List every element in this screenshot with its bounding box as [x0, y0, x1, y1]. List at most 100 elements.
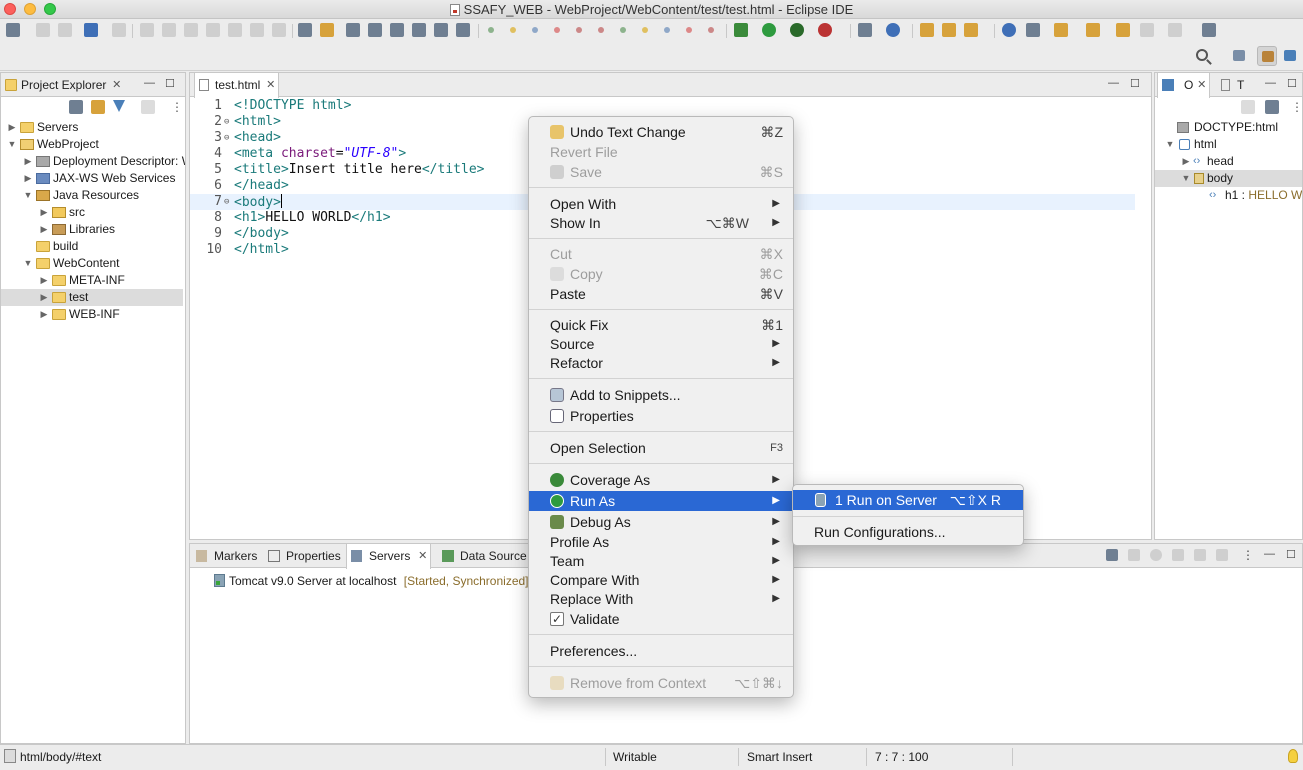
link-icon[interactable]	[1265, 100, 1279, 114]
focus-icon[interactable]	[141, 100, 155, 114]
collapse-all-icon[interactable]	[1241, 100, 1255, 114]
menu-item-run-as[interactable]: Run As ▶	[529, 491, 793, 511]
browser-icon[interactable]	[1002, 23, 1016, 37]
menu-item-paste[interactable]: Paste ⌘V	[529, 284, 793, 304]
tab-task-list[interactable]: T	[1217, 73, 1248, 97]
shape-icon[interactable]	[576, 27, 582, 33]
new-server-icon[interactable]	[858, 23, 872, 37]
menu-item-replace-with[interactable]: Replace With ▶	[529, 589, 793, 609]
resume-icon[interactable]	[140, 23, 154, 37]
step-return-icon[interactable]	[272, 23, 286, 37]
back-icon[interactable]	[1140, 23, 1154, 37]
last-edit-icon[interactable]	[1116, 23, 1130, 37]
align-bottom-icon[interactable]	[456, 23, 470, 37]
toggle-mark-icon[interactable]	[320, 23, 334, 37]
align-center-icon[interactable]	[368, 23, 382, 37]
annotation-icon[interactable]	[1026, 23, 1040, 37]
maximize-icon[interactable]: ☐	[165, 77, 175, 90]
menu-item-open-with[interactable]: Open With ▶	[529, 194, 793, 214]
align-right-icon[interactable]	[390, 23, 404, 37]
shape-icon[interactable]	[708, 27, 714, 33]
minimize-icon[interactable]: —	[1108, 77, 1119, 89]
next-annotation-icon[interactable]	[1054, 23, 1068, 37]
maximize-icon[interactable]: ☐	[1287, 77, 1297, 90]
expand-icon[interactable]: ▶	[23, 153, 33, 170]
align-middle-icon[interactable]	[434, 23, 448, 37]
java-perspective-button[interactable]	[1280, 46, 1300, 66]
new-java-class-icon[interactable]	[886, 23, 900, 37]
publish-icon[interactable]	[1216, 549, 1228, 561]
outline-item-h1[interactable]: ‹› h1 : HELLO WORLD	[1155, 187, 1302, 204]
run-icon[interactable]	[762, 23, 776, 37]
tab-servers[interactable]: Servers ✕	[346, 544, 432, 569]
expand-icon[interactable]: ▶	[7, 119, 17, 136]
shape-icon[interactable]	[620, 27, 626, 33]
menu-item-cut[interactable]: Cut ⌘X	[529, 244, 793, 264]
start-server-icon[interactable]	[1150, 549, 1162, 561]
align-left-icon[interactable]	[346, 23, 360, 37]
menu-item-team[interactable]: Team ▶	[529, 551, 793, 571]
open-perspective-button[interactable]	[1229, 46, 1249, 66]
menu-item-save[interactable]: Save ⌘S	[529, 162, 793, 182]
expand-icon[interactable]: ▶	[39, 306, 49, 323]
search-tool-icon[interactable]	[964, 23, 978, 37]
collapse-icon[interactable]: ▼	[23, 187, 33, 204]
shape-icon[interactable]	[532, 27, 538, 33]
close-icon[interactable]: ✕	[418, 544, 427, 568]
menu-item-open-selection[interactable]: Open Selection F3	[529, 438, 793, 458]
forward-icon[interactable]	[1168, 23, 1182, 37]
outline-item-body[interactable]: ▼ body	[1155, 170, 1302, 187]
previous-annotation-icon[interactable]	[1086, 23, 1100, 37]
minimize-icon[interactable]: —	[144, 77, 155, 89]
link-with-editor-icon[interactable]	[91, 100, 105, 114]
collapse-icon[interactable]: ▼	[7, 136, 17, 153]
shape-icon[interactable]	[488, 27, 494, 33]
menu-item-properties[interactable]: Properties	[529, 406, 793, 426]
lightbulb-icon[interactable]	[1288, 749, 1298, 763]
save-all-icon[interactable]	[58, 23, 72, 37]
format-icon[interactable]	[298, 23, 312, 37]
menu-item-debug-as[interactable]: Debug As ▶	[529, 512, 793, 532]
menu-item-run-on-server[interactable]: 1 Run on Server ⌥⇧X R	[793, 490, 1023, 510]
server-row[interactable]: Tomcat v9.0 Server at localhost [Started…	[214, 574, 529, 588]
collapse-icon[interactable]: ▼	[1181, 170, 1191, 187]
menu-item-validate[interactable]: ✓ Validate	[529, 609, 793, 629]
collapse-icon[interactable]	[1106, 549, 1118, 561]
fold-icon[interactable]: ⊖	[224, 130, 229, 146]
menu-item-add-to-snippets[interactable]: Add to Snippets...	[529, 385, 793, 405]
collapse-all-icon[interactable]	[69, 100, 83, 114]
open-task-icon[interactable]	[942, 23, 956, 37]
coverage-icon[interactable]	[790, 23, 804, 37]
view-menu-icon[interactable]: ⋮	[171, 100, 183, 114]
tab-test-html[interactable]: test.html ✕	[194, 73, 280, 98]
shape-icon[interactable]	[686, 27, 692, 33]
stop-server-icon[interactable]	[1194, 549, 1206, 561]
expand-icon[interactable]: ▶	[39, 204, 49, 221]
close-icon[interactable]: ✕	[112, 73, 121, 97]
step-over-icon[interactable]	[250, 23, 264, 37]
open-type-icon[interactable]	[920, 23, 934, 37]
menu-item-profile-as[interactable]: Profile As ▶	[529, 532, 793, 552]
menu-item-remove-from-context[interactable]: Remove from Context ⌥⇧⌘↓	[529, 673, 793, 693]
save-icon[interactable]	[36, 23, 50, 37]
shape-icon[interactable]	[598, 27, 604, 33]
tab-project-explorer[interactable]: Project Explorer ✕	[1, 73, 124, 97]
menu-item-preferences[interactable]: Preferences...	[529, 641, 793, 661]
menu-item-undo[interactable]: Undo Text Change ⌘Z	[529, 122, 793, 142]
pin-editor-icon[interactable]	[1202, 23, 1216, 37]
menu-item-refactor[interactable]: Refactor ▶	[529, 353, 793, 373]
expand-icon[interactable]: ▶	[1181, 153, 1191, 170]
menu-item-source[interactable]: Source ▶	[529, 334, 793, 354]
fold-icon[interactable]: ⊖	[224, 194, 229, 210]
close-icon[interactable]: ✕	[266, 73, 275, 97]
minimize-icon[interactable]: —	[1264, 548, 1275, 560]
menu-item-coverage-as[interactable]: Coverage As ▶	[529, 470, 793, 490]
menu-item-revert-file[interactable]: Revert File	[529, 142, 793, 162]
filter-icon[interactable]	[113, 100, 125, 112]
tab-properties[interactable]: Properties	[264, 544, 345, 568]
java-ee-perspective-button[interactable]	[1257, 46, 1277, 66]
maximize-icon[interactable]: ☐	[1130, 77, 1140, 90]
shape-icon[interactable]	[642, 27, 648, 33]
expand-icon[interactable]: ▶	[39, 272, 49, 289]
menu-item-copy[interactable]: Copy ⌘C	[529, 264, 793, 284]
